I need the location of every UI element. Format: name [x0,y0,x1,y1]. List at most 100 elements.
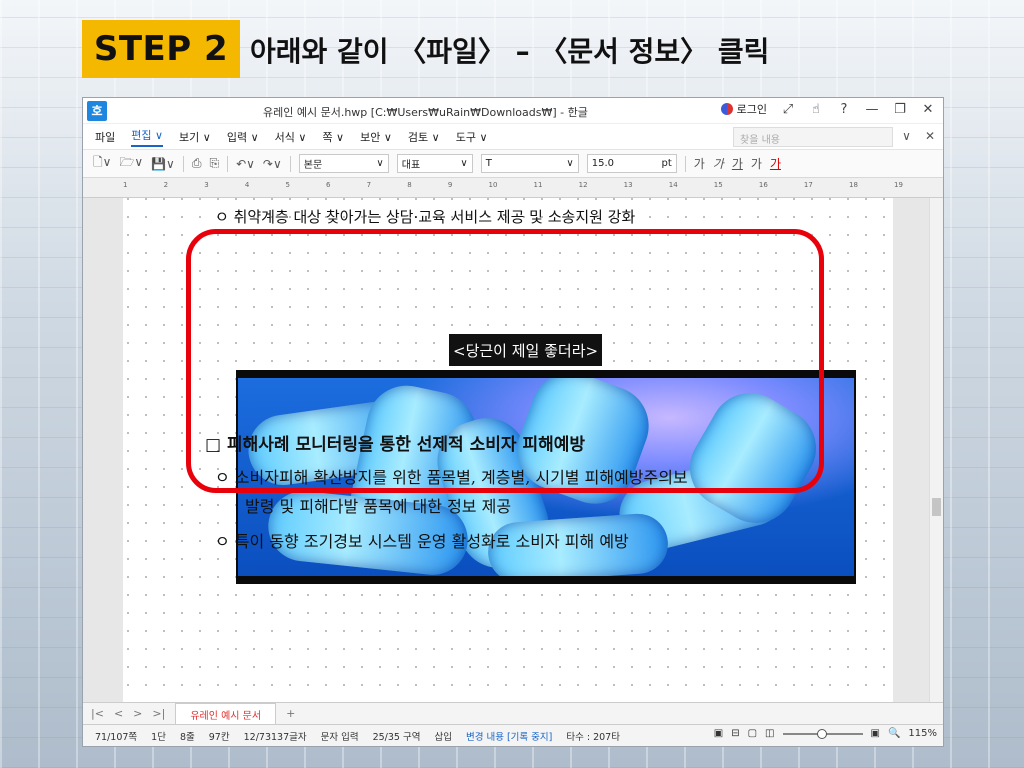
minimize-icon[interactable]: — [865,102,879,117]
document-area[interactable]: ㅇ 취약계층 대상 찾아가는 상담·교육 서비스 제공 및 소송지원 강화 <당… [83,198,931,702]
separator [289,155,291,172]
ruler-tick: 11 [533,181,543,189]
zoom-slider[interactable] [782,728,863,739]
bold-button[interactable]: 가 [694,155,705,172]
menu-review[interactable]: 검토 ∨ [408,129,440,145]
separator [227,155,229,172]
save-icon[interactable]: 💾∨ [151,157,175,171]
font-name-select[interactable]: T ∨ [480,154,579,173]
chevron-down-icon[interactable]: ∨ [902,129,911,143]
font-name-value: T [485,158,492,169]
underline-button[interactable]: 가 [732,155,743,172]
open-folder-icon[interactable]: 🗁∨ [119,153,143,174]
status-chars: 12/73137글자 [243,731,307,743]
first-page-icon[interactable]: |< [91,707,104,720]
italic-button[interactable]: 가 [713,155,724,172]
ruler-tick: 10 [488,181,498,189]
menu-bar: 파일 편집 ∨ 보기 ∨ 입력 ∨ 서식 ∨ 쪽 ∨ 보안 ∨ 검토 ∨ 도구 … [83,124,943,150]
print-preview-icon[interactable]: ⎘ [209,156,219,171]
font-size-value: 15.0 [591,158,615,169]
ruler-tick: 17 [803,181,813,189]
document-tab-bar: |< < > >| 유레인 예시 문서 + [83,702,943,724]
chevron-down-icon: ∨ [566,158,574,169]
view-fit-icon[interactable]: ◫ [765,728,774,739]
status-column: 1단 [151,731,166,743]
ruler-tick: 9 [447,181,453,189]
new-document-icon[interactable]: 🗋∨ [93,153,111,174]
menu-security[interactable]: 보안 ∨ [360,129,392,145]
add-tab-button[interactable]: + [286,707,295,720]
doc-bullet1-line2: 발령 및 피해다발 품목에 대한 정보 제공 [245,497,512,516]
separator [182,155,184,172]
status-page[interactable]: 71/107쪽 [95,729,137,743]
style-select[interactable]: 본문 ∨ [298,154,389,173]
horizontal-ruler[interactable]: 1 2 3 4 5 6 7 8 9 10 11 12 13 14 15 16 17 18 19 [83,178,943,198]
menu-page[interactable]: 쪽 ∨ [322,129,344,145]
ruler-tick: 19 [894,181,903,189]
ruler-tick: 3 [204,181,209,189]
status-col: 97칸 [208,731,230,743]
font-category-select[interactable]: 대표 ∨ [396,154,473,173]
step-badge: STEP 2 [82,20,240,78]
font-size-input[interactable]: 15.0 pt [586,154,677,173]
scrollbar-thumb[interactable] [932,498,941,516]
zoom-level[interactable]: 115% [908,728,937,739]
tab-document[interactable]: 유레인 예시 문서 [175,703,277,724]
document-page[interactable]: ㅇ 취약계층 대상 찾아가는 상담·교육 서비스 제공 및 소송지원 강화 <당… [123,198,893,702]
status-input-mode[interactable]: 문자 입력 [321,729,359,743]
zoom-fit-icon[interactable]: ▣ [871,728,880,739]
view-normal-icon[interactable]: ▣ [714,728,723,739]
ruler-tick: 16 [758,181,768,189]
print-icon[interactable]: ⎙ [192,156,202,171]
ruler-tick: 15 [713,181,723,189]
ruler-tick: 5 [285,181,290,189]
menu-input[interactable]: 입력 ∨ [227,129,259,145]
hangul-app-icon[interactable]: 호 [87,100,107,121]
font-color-button[interactable]: 가 [770,155,781,172]
strike-button[interactable]: 가 [751,155,762,172]
restore-icon[interactable]: ❐ [893,102,907,117]
ruler-tick: 14 [668,181,678,189]
magnifier-icon[interactable]: 🔍 [888,728,900,739]
status-bar: 71/107쪽 1단 8줄 97칸 12/73137글자 문자 입력 25/35… [83,724,943,746]
menu-edit[interactable]: 편집 ∨ [131,127,164,147]
doc-bullet1-line1: ㅇ 소비자피해 확산방지를 위한 품목별, 계층별, 시기별 피해예방주의보 [215,468,688,487]
hangul-window: 호 유레인 예시 문서.hwp [C:₩Users₩uRain₩Download… [82,97,944,747]
menu-tools[interactable]: 도구 ∨ [456,129,488,145]
ruler-tick: 8 [407,181,412,189]
hand-icon[interactable]: ☝ [809,102,823,117]
help-icon[interactable]: ? [837,102,851,117]
menu-file[interactable]: 파일 [95,129,115,145]
chevron-down-icon: ∨ [460,158,468,169]
view-split-icon[interactable]: ⊟ [731,728,739,739]
style-select-value: 본문 [303,160,323,171]
find-input[interactable]: 찾을 내용 [733,127,893,147]
expand-icon[interactable]: ⤢ [781,102,795,117]
menu-format[interactable]: 서식 ∨ [275,129,307,145]
ruler-tick: 1 [123,181,128,189]
vertical-scrollbar[interactable] [929,198,943,702]
undo-icon[interactable]: ↶∨ [236,157,255,171]
title-bar: 호 유레인 예시 문서.hwp [C:₩Users₩uRain₩Download… [83,98,943,124]
login-button[interactable]: 로그인 [720,101,767,117]
separator [684,155,686,172]
redo-icon[interactable]: ↷∨ [263,157,282,171]
doc-bullet2: ㅇ 특이 동향 조기경보 시스템 운영 활성화로 소비자 피해 예방 [215,532,629,551]
step-instruction: 아래와 같이 〈파일〉 – 〈문서 정보〉 클릭 [250,35,770,68]
view-page-icon[interactable]: ▢ [748,728,757,739]
ruler-tick: 4 [244,181,250,189]
last-page-icon[interactable]: >| [152,707,165,720]
close-icon[interactable]: ✕ [921,102,935,117]
window-title: 유레인 예시 문서.hwp [C:₩Users₩uRain₩Downloads₩… [263,106,588,119]
ruler-tick: 12 [578,181,588,189]
next-page-icon[interactable]: > [133,707,142,720]
step-badge-label: STEP 2 [93,29,229,69]
menu-view[interactable]: 보기 ∨ [179,129,211,145]
format-toolbar: 🗋∨ 🗁∨ 💾∨ ⎙ ⎘ ↶∨ ↷∨ 본문 ∨ 대표 ∨ T ∨ 15.0 pt 가 … [83,150,943,178]
status-insert[interactable]: 삽입 [434,729,451,743]
status-track-changes[interactable]: 변경 내용 [기록 중지] [466,729,552,743]
font-size-unit: pt [661,158,672,169]
prev-page-icon[interactable]: < [114,707,123,720]
close-ribbon-icon[interactable]: ✕ [925,129,935,143]
ruler-tick: 18 [848,181,858,189]
